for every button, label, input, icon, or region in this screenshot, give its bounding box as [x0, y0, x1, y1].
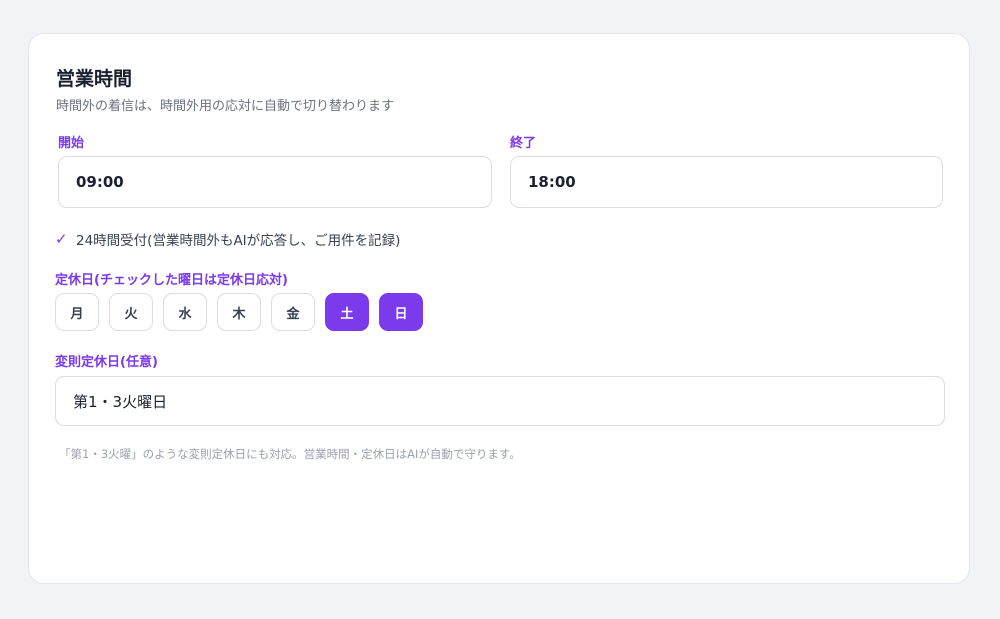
weekday-toggle-group: 月 火 水 木 金 土 日: [55, 293, 423, 331]
holidays-label: 定休日(チェックした曜日は定休日応対): [55, 273, 288, 288]
always-open-checkbox[interactable]: ✓ 24時間受付(営業時間外もAIが応答し、ご用件を記録): [55, 229, 400, 249]
end-time-label: 終了: [510, 136, 537, 151]
day-toggle-fri[interactable]: 金: [271, 293, 315, 331]
always-open-label: 24時間受付(営業時間外もAIが応答し、ご用件を記録): [76, 233, 401, 249]
section-title: 営業時間: [56, 68, 133, 90]
helper-note: 「第1・3火曜」のような変則定休日にも対応。営業時間・定休日はAIが自動で守りま…: [59, 447, 521, 461]
day-toggle-sun[interactable]: 日: [379, 293, 423, 331]
checkmark-icon: ✓: [55, 230, 68, 248]
section-subtitle: 時間外の着信は、時間外用の応対に自動で切り替わります: [56, 99, 395, 114]
irregular-holiday-label: 変則定休日(任意): [55, 355, 158, 370]
start-time-input[interactable]: 09:00: [58, 156, 492, 208]
start-time-label: 開始: [58, 136, 85, 151]
irregular-holiday-input[interactable]: 第1・3火曜日: [55, 376, 945, 426]
day-toggle-mon[interactable]: 月: [55, 293, 99, 331]
day-toggle-wed[interactable]: 水: [163, 293, 207, 331]
day-toggle-tue[interactable]: 火: [109, 293, 153, 331]
business-hours-card: 営業時間 時間外の着信は、時間外用の応対に自動で切り替わります 開始 09:00…: [28, 33, 970, 584]
end-time-input[interactable]: 18:00: [510, 156, 943, 208]
day-toggle-sat[interactable]: 土: [325, 293, 369, 331]
day-toggle-thu[interactable]: 木: [217, 293, 261, 331]
